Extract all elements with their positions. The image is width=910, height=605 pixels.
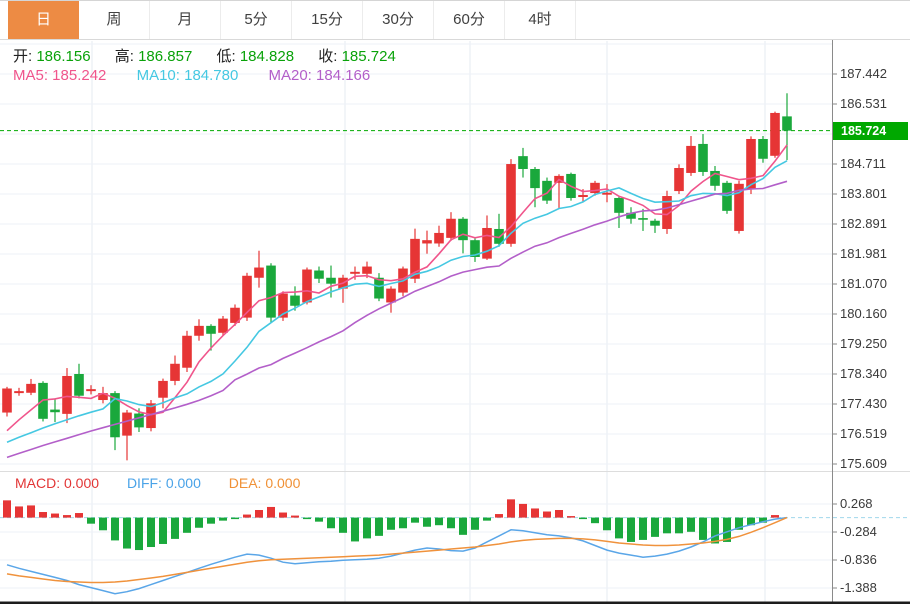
tab-period[interactable]: 5分 bbox=[221, 1, 292, 39]
price-axis-label: 181.981 bbox=[840, 246, 887, 262]
close-label: 收: bbox=[318, 48, 337, 65]
tab-period[interactable]: 60分 bbox=[434, 1, 505, 39]
high-label: 高: bbox=[115, 48, 134, 65]
macd-legend: MACD: 0.000 DIFF: 0.000 DEA: 0.000 bbox=[15, 475, 324, 491]
diff-value-legend: DIFF: 0.000 bbox=[127, 475, 201, 491]
close-pair: 收: 185.724 bbox=[318, 48, 396, 65]
tab-period[interactable]: 月 bbox=[150, 1, 221, 39]
macd-axis-label: 0.268 bbox=[840, 496, 873, 512]
ma10-legend: MA10: 184.780 bbox=[137, 67, 239, 84]
price-axis-label: 183.801 bbox=[840, 186, 887, 202]
high-pair: 高: 186.857 bbox=[115, 48, 193, 65]
low-value: 184.828 bbox=[240, 48, 294, 65]
price-axis-label: 181.070 bbox=[840, 276, 887, 292]
chart-canvas[interactable] bbox=[0, 1, 910, 605]
ma20-legend: MA20: 184.166 bbox=[269, 67, 371, 84]
open-label: 开: bbox=[13, 48, 32, 65]
macd-axis-label: -0.284 bbox=[840, 524, 877, 540]
price-axis-label: 186.531 bbox=[840, 96, 887, 112]
close-value: 185.724 bbox=[342, 48, 396, 65]
tab-period[interactable]: 30分 bbox=[363, 1, 434, 39]
high-value: 186.857 bbox=[138, 48, 192, 65]
tab-period[interactable]: 4时 bbox=[505, 1, 576, 39]
tab-active-period[interactable]: 日 bbox=[8, 1, 79, 39]
macd-value-legend: MACD: 0.000 bbox=[15, 475, 99, 491]
macd-axis-label: -1.388 bbox=[840, 580, 877, 596]
ma5-legend: MA5: 185.242 bbox=[13, 67, 106, 84]
low-pair: 低: 184.828 bbox=[217, 48, 295, 65]
price-axis-label: 176.519 bbox=[840, 426, 887, 442]
price-axis-label: 182.891 bbox=[840, 216, 887, 232]
chart-wrap: 日周月5分15分30分60分4时 开: 186.156 高: 186.857 低… bbox=[0, 0, 910, 604]
price-axis-label: 175.609 bbox=[840, 456, 887, 472]
price-axis-label: 180.160 bbox=[840, 306, 887, 322]
price-axis-label: 184.711 bbox=[840, 156, 886, 172]
ohlc-legend: 开: 186.156 高: 186.857 低: 184.828 收: 185.… bbox=[13, 45, 416, 66]
price-axis-label: 177.430 bbox=[840, 396, 887, 412]
dea-value-legend: DEA: 0.000 bbox=[229, 475, 301, 491]
current-price-tag: 185.724 bbox=[833, 122, 908, 140]
price-axis-label: 179.250 bbox=[840, 336, 887, 352]
low-label: 低: bbox=[217, 48, 236, 65]
price-axis-label: 187.442 bbox=[840, 66, 887, 82]
ma-legend: MA5: 185.242 MA10: 184.780 MA20: 184.166 bbox=[13, 67, 396, 84]
open-value: 186.156 bbox=[36, 48, 90, 65]
tab-period[interactable]: 15分 bbox=[292, 1, 363, 39]
tab-period[interactable]: 周 bbox=[79, 1, 150, 39]
period-tab-bar: 日周月5分15分30分60分4时 bbox=[0, 1, 910, 40]
price-axis-label: 178.340 bbox=[840, 366, 887, 382]
macd-axis-label: -0.836 bbox=[840, 552, 877, 568]
open-pair: 开: 186.156 bbox=[13, 48, 91, 65]
